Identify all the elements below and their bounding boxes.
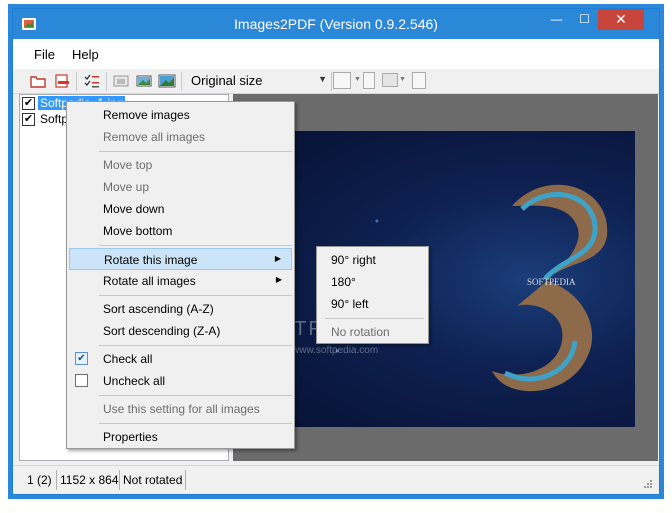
- menu-separator: [99, 395, 292, 396]
- menu-item-label: Move up: [103, 180, 150, 194]
- menu-item-sort-ascending[interactable]: Sort ascending (A-Z): [69, 298, 292, 320]
- margin-icon[interactable]: [412, 72, 426, 89]
- menu-item-label: Properties: [103, 430, 158, 444]
- menu-item-label: Remove images: [103, 108, 190, 122]
- image-placement-icon[interactable]: [382, 73, 398, 87]
- menu-item-label: Rotate this image: [104, 253, 198, 267]
- menu-item-label: No rotation: [331, 325, 390, 339]
- context-menu: Remove images Remove all images Move top…: [66, 101, 295, 449]
- remove-image-icon[interactable]: [53, 72, 71, 90]
- menu-item-label: 90° right: [331, 253, 376, 267]
- check-list-icon[interactable]: [83, 72, 101, 90]
- menu-item-label: Sort ascending (A-Z): [103, 302, 214, 316]
- status-index: 1 (2): [27, 473, 52, 487]
- menu-item-rotate-180[interactable]: 180°: [319, 271, 426, 293]
- menu-separator: [99, 423, 292, 424]
- chevron-down-icon[interactable]: ▼: [399, 76, 406, 83]
- item-checkbox[interactable]: ✔: [22, 97, 35, 110]
- menu-item-label: Check all: [103, 352, 153, 366]
- minimize-button[interactable]: —: [542, 9, 571, 30]
- maximize-button[interactable]: ☐: [571, 9, 598, 30]
- status-dimensions: 1152 x 864: [60, 473, 119, 487]
- toolbar: Original size ▼ ▼ ▼: [13, 69, 659, 94]
- checkbox-unchecked-icon: [75, 374, 88, 387]
- menu-item-move-up[interactable]: Move up: [69, 176, 292, 198]
- menu-item-no-rotation[interactable]: No rotation: [319, 321, 426, 343]
- menu-item-use-setting-for-all[interactable]: Use this setting for all images: [69, 398, 292, 420]
- chevron-down-icon: ▼: [318, 74, 327, 84]
- image-large-icon[interactable]: [158, 72, 176, 90]
- menu-item-remove-images[interactable]: Remove images: [69, 104, 292, 126]
- status-separator: [56, 470, 57, 490]
- title-bar[interactable]: Images2PDF (Version 0.9.2.546) — ☐ ✕: [13, 9, 659, 39]
- menu-bar: File Help: [13, 39, 659, 69]
- watermark-url: www.softpedia.com: [292, 345, 379, 356]
- toolbar-separator: [106, 72, 107, 91]
- status-bar: 1 (2) 1152 x 864 Not rotated: [13, 465, 659, 494]
- menu-item-uncheck-all[interactable]: Uncheck all: [69, 370, 292, 392]
- menu-item-rotate-90-left[interactable]: 90° left: [319, 293, 426, 315]
- menu-separator: [325, 318, 424, 319]
- menu-item-rotate-90-right[interactable]: 90° right: [319, 249, 426, 271]
- size-dropdown-value: Original size: [191, 73, 263, 88]
- menu-item-label: Use this setting for all images: [103, 402, 260, 416]
- close-button[interactable]: ✕: [598, 9, 644, 30]
- toolbar-separator: [181, 72, 182, 91]
- menu-item-label: 180°: [331, 275, 356, 289]
- menu-item-label: Uncheck all: [103, 374, 166, 388]
- toolbar-separator: [76, 72, 77, 91]
- checkbox-checked-icon: ✔: [75, 352, 88, 365]
- menu-item-properties[interactable]: Properties: [69, 426, 292, 448]
- status-rotation: Not rotated: [123, 473, 183, 487]
- menu-item-remove-all-images[interactable]: Remove all images: [69, 126, 292, 148]
- status-separator: [185, 470, 186, 490]
- resize-grip-icon[interactable]: [641, 477, 653, 489]
- menu-separator: [99, 151, 292, 152]
- menu-item-move-bottom[interactable]: Move bottom: [69, 220, 292, 242]
- menu-item-label: 90° left: [331, 297, 369, 311]
- menu-item-label: Move bottom: [103, 224, 173, 238]
- page-orientation-icon[interactable]: [363, 72, 375, 89]
- menu-separator: [99, 295, 292, 296]
- menu-item-label: Rotate all images: [103, 274, 196, 288]
- rotate-submenu: 90° right 180° 90° left No rotation: [316, 246, 429, 344]
- menu-item-label: Move top: [103, 158, 153, 172]
- menu-help[interactable]: Help: [72, 47, 99, 62]
- size-dropdown[interactable]: Original size ▼: [187, 71, 327, 91]
- menu-item-label: Move down: [103, 202, 165, 216]
- status-separator: [119, 470, 120, 490]
- menu-item-check-all[interactable]: ✔ Check all: [69, 348, 292, 370]
- color-picker-button[interactable]: [333, 72, 351, 89]
- submenu-arrow-icon: ▶: [274, 254, 281, 263]
- toolbar-separator: [331, 72, 332, 91]
- menu-file[interactable]: File: [34, 47, 55, 62]
- menu-item-rotate-this-image[interactable]: Rotate this image ▶: [69, 248, 292, 270]
- menu-separator: [99, 345, 292, 346]
- menu-item-rotate-all-images[interactable]: Rotate all images ▶: [69, 270, 292, 292]
- chevron-down-icon[interactable]: ▼: [354, 76, 361, 83]
- image-preview-area: SOFTPEDIA: [233, 94, 658, 461]
- open-folder-icon[interactable]: [29, 72, 47, 90]
- menu-item-sort-descending[interactable]: Sort descending (Z-A): [69, 320, 292, 342]
- item-checkbox[interactable]: ✔: [22, 113, 35, 126]
- menu-separator: [99, 245, 292, 246]
- menu-item-label: Sort descending (Z-A): [103, 324, 221, 338]
- submenu-arrow-icon: ▶: [275, 275, 282, 284]
- menu-item-label: Remove all images: [103, 130, 206, 144]
- image-fit-icon[interactable]: [135, 72, 153, 90]
- menu-item-move-top[interactable]: Move top: [69, 154, 292, 176]
- image-caption: SOFTPEDIA: [527, 277, 576, 287]
- image-small-icon[interactable]: [112, 72, 130, 90]
- menu-item-move-down[interactable]: Move down: [69, 198, 292, 220]
